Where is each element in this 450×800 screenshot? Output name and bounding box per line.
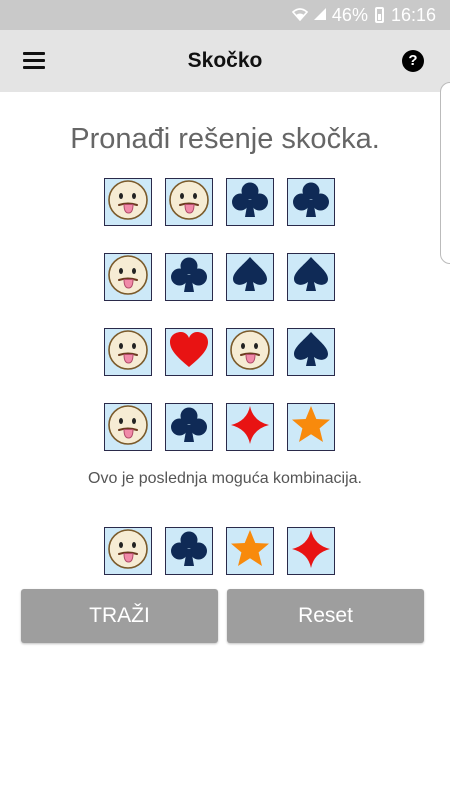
board-cell (165, 403, 213, 451)
board-cell (104, 178, 152, 226)
app-bar: Skočko ? (0, 30, 450, 92)
board-cell (287, 178, 335, 226)
guess-row-3 (104, 328, 335, 376)
board-cell (226, 328, 274, 376)
guess-row-2 (104, 253, 335, 301)
board-cell (287, 403, 335, 451)
board-cell (226, 178, 274, 226)
help-icon[interactable]: ? (402, 50, 424, 72)
skocko-icon (167, 178, 211, 227)
skocko-icon (106, 403, 150, 452)
star-icon (228, 527, 272, 576)
battery-icon (374, 7, 384, 23)
skocko-icon (228, 328, 272, 377)
heart-icon (167, 328, 211, 377)
page-headline: Pronađi rešenje skočka. (70, 123, 380, 155)
battery-percent: 46% (331, 4, 368, 25)
signal-icon (313, 5, 327, 26)
star-icon (289, 403, 333, 452)
solution-row (104, 527, 335, 575)
board-cell (287, 328, 335, 376)
board-cell (104, 403, 152, 451)
solution-cell (226, 527, 274, 575)
guess-row-1 (104, 178, 335, 226)
club-icon (228, 178, 272, 227)
board-cell (287, 253, 335, 301)
skocko-icon (106, 178, 150, 227)
clock: 16:16 (390, 4, 436, 25)
board-cell (104, 328, 152, 376)
spade-icon (228, 253, 272, 302)
spade-icon (289, 328, 333, 377)
club-icon (167, 403, 211, 452)
skocko-icon (106, 527, 150, 576)
board-cell (104, 253, 152, 301)
board-cell (165, 178, 213, 226)
status-bar: 46% 16:16 (0, 0, 450, 30)
diamond-icon (228, 403, 272, 452)
game-message: Ovo je poslednja moguća kombinacija. (88, 470, 362, 487)
board-cell (226, 253, 274, 301)
skocko-icon (106, 328, 150, 377)
guess-row-4 (104, 403, 335, 451)
search-button[interactable]: TRAŽI (21, 589, 218, 643)
app-title: Skočko (187, 49, 263, 72)
board-cell (165, 253, 213, 301)
diamond-icon (289, 527, 333, 576)
solution-cell (104, 527, 152, 575)
board-cell (226, 403, 274, 451)
solution-cell (287, 527, 335, 575)
edge-panel-handle[interactable] (440, 82, 450, 264)
skocko-icon (106, 253, 150, 302)
spade-icon (289, 253, 333, 302)
board-cell (165, 328, 213, 376)
club-icon (289, 178, 333, 227)
reset-button[interactable]: Reset (227, 589, 424, 643)
club-icon (167, 253, 211, 302)
club-icon (167, 527, 211, 576)
wifi-icon (291, 5, 309, 26)
solution-cell (165, 527, 213, 575)
